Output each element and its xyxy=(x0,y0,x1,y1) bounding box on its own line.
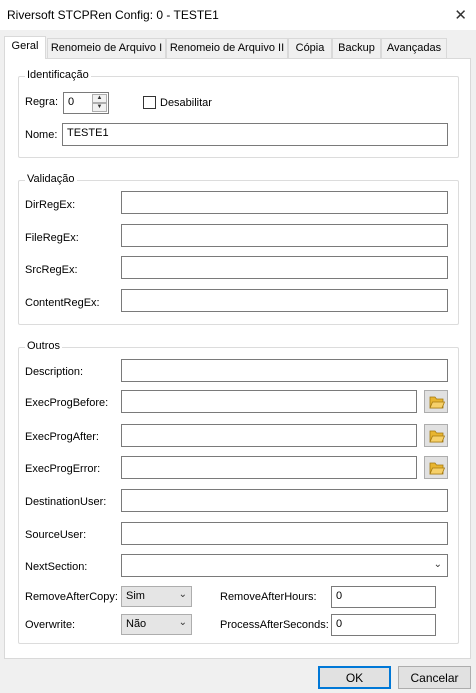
chevron-down-icon: ⌄ xyxy=(178,589,187,600)
group-legend: Identificação xyxy=(25,69,91,81)
spin-up-icon[interactable]: ▲ xyxy=(92,94,107,103)
regra-label: Regra: xyxy=(25,96,59,108)
destinationuser-field[interactable] xyxy=(121,489,448,512)
tab-copia[interactable]: Cópia xyxy=(288,38,332,58)
removeafterhours-field[interactable]: 0 xyxy=(331,586,436,608)
sourceuser-field[interactable] xyxy=(121,522,448,545)
tab-avancadas[interactable]: Avançadas xyxy=(381,38,447,58)
processafterseconds-field[interactable]: 0 xyxy=(331,614,436,636)
description-field[interactable] xyxy=(121,359,448,382)
title-bar: Riversoft STCPRen Config: 0 - TESTE1 ✕ xyxy=(0,0,476,30)
execprogafter-label: ExecProgAfter: xyxy=(25,431,99,443)
ok-button[interactable]: OK xyxy=(318,666,391,689)
processafterseconds-label: ProcessAfterSeconds: xyxy=(220,619,329,631)
dirregex-label: DirRegEx: xyxy=(25,199,76,211)
removeafterhours-label: RemoveAfterHours: xyxy=(220,591,317,603)
spin-down-icon[interactable]: ▼ xyxy=(92,103,107,112)
fileregex-label: FileRegEx: xyxy=(25,232,79,244)
overwrite-label: Overwrite: xyxy=(25,619,76,631)
execprogbefore-field[interactable] xyxy=(121,390,417,413)
nome-label: Nome: xyxy=(25,129,58,141)
nextsection-label: NextSection: xyxy=(25,561,88,573)
destinationuser-label: DestinationUser: xyxy=(25,496,107,508)
removeaftercopy-select[interactable]: Sim ⌄ xyxy=(121,586,192,607)
browse-execprogbefore-button[interactable] xyxy=(424,390,448,413)
srcregex-label: SrcRegEx: xyxy=(25,264,78,276)
chevron-down-icon: ⌄ xyxy=(433,559,442,570)
nome-field[interactable]: TESTE1 xyxy=(62,123,448,146)
folder-open-icon xyxy=(429,430,445,443)
close-icon[interactable]: ✕ xyxy=(454,6,467,24)
execprogerror-label: ExecProgError: xyxy=(25,463,101,475)
overwrite-select[interactable]: Não ⌄ xyxy=(121,614,192,635)
execprogafter-field[interactable] xyxy=(121,424,417,447)
contentregex-label: ContentRegEx: xyxy=(25,297,100,309)
tab-renomeio-arquivo-i[interactable]: Renomeio de Arquivo I xyxy=(47,38,166,58)
group-legend: Validação xyxy=(25,173,77,185)
execprogerror-field[interactable] xyxy=(121,456,417,479)
chevron-down-icon: ⌄ xyxy=(178,617,187,628)
sourceuser-label: SourceUser: xyxy=(25,529,87,541)
execprogbefore-label: ExecProgBefore: xyxy=(25,397,109,409)
regra-value: 0 xyxy=(68,96,75,108)
tab-geral[interactable]: Geral xyxy=(4,36,46,59)
tab-renomeio-arquivo-ii[interactable]: Renomeio de Arquivo II xyxy=(166,38,288,58)
tab-backup[interactable]: Backup xyxy=(332,38,381,58)
window-title: Riversoft STCPRen Config: 0 - TESTE1 xyxy=(7,8,219,22)
browse-execprogafter-button[interactable] xyxy=(424,424,448,447)
removeaftercopy-value: Sim xyxy=(126,590,145,602)
browse-execprogerror-button[interactable] xyxy=(424,456,448,479)
overwrite-value: Não xyxy=(126,618,147,630)
removeaftercopy-label: RemoveAfterCopy: xyxy=(25,591,118,603)
regra-spinner[interactable]: 0 ▲ ▼ xyxy=(63,92,109,114)
cancel-button[interactable]: Cancelar xyxy=(398,666,471,689)
nextsection-select[interactable]: ⌄ xyxy=(121,554,448,577)
dirregex-field[interactable] xyxy=(121,191,448,214)
folder-open-icon xyxy=(429,396,445,409)
group-legend: Outros xyxy=(25,340,63,352)
srcregex-field[interactable] xyxy=(121,256,448,279)
folder-open-icon xyxy=(429,462,445,475)
tab-panel-geral: Identificação Regra: 0 ▲ ▼ Desabilitar N… xyxy=(4,58,471,659)
desabilitar-checkbox[interactable] xyxy=(143,96,156,109)
desabilitar-label: Desabilitar xyxy=(160,97,212,109)
contentregex-field[interactable] xyxy=(121,289,448,312)
description-label: Description: xyxy=(25,366,84,378)
fileregex-field[interactable] xyxy=(121,224,448,247)
